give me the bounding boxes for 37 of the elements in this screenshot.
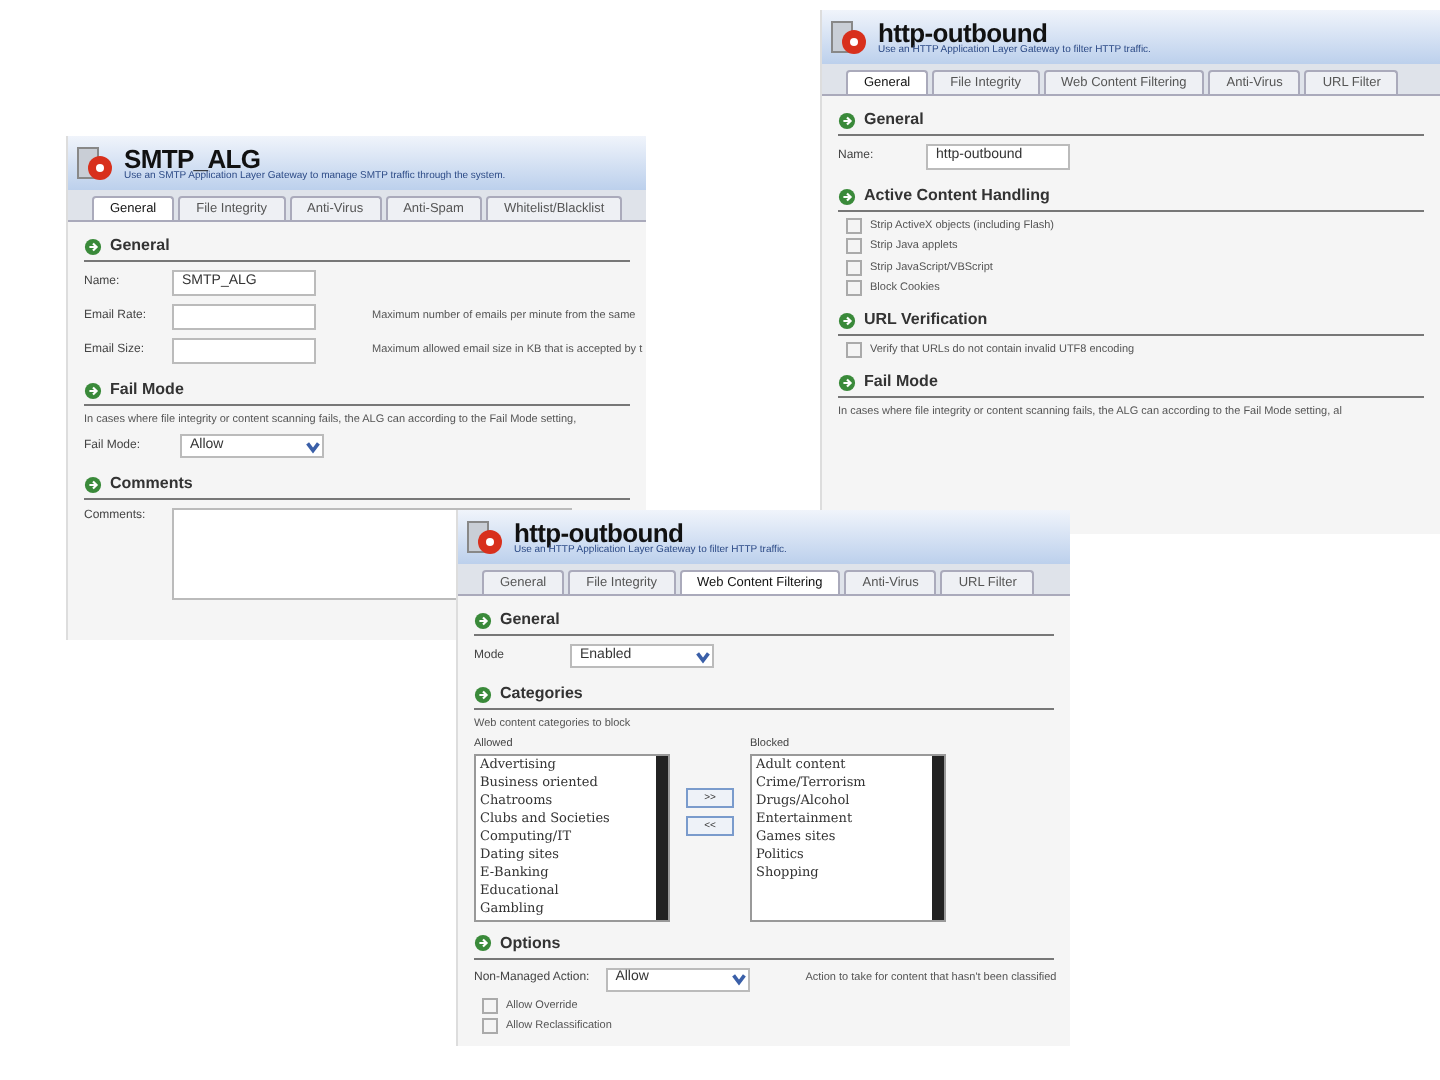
arrow-circle-icon <box>84 237 102 255</box>
chevron-down-icon <box>694 647 712 665</box>
checkbox[interactable] <box>846 238 862 255</box>
window-title: http-outbound <box>514 519 684 545</box>
input-field[interactable] <box>172 338 316 364</box>
checkbox[interactable] <box>482 997 498 1014</box>
arrow-circle-icon <box>84 475 102 494</box>
section-heading: Fail Mode <box>110 378 184 402</box>
section-heading: Active Content Handling <box>864 184 1050 208</box>
section-heading: URL Verification <box>864 308 988 332</box>
arrow-circle-icon <box>838 311 856 329</box>
arrow-circle-icon <box>474 611 492 629</box>
window-title: http-outbound <box>878 19 1048 45</box>
checkbox[interactable] <box>846 218 862 235</box>
input-field[interactable] <box>172 304 316 330</box>
arrow-circle-icon <box>838 111 856 129</box>
window-title: SMTP_ALG <box>124 145 261 171</box>
checkbox[interactable] <box>846 342 862 359</box>
section-heading: General <box>500 608 560 632</box>
arrow-circle-icon <box>838 187 856 205</box>
section-heading: General <box>110 234 170 258</box>
arrow-circle-icon <box>474 685 492 703</box>
checkbox[interactable] <box>846 259 862 276</box>
section-heading: Categories <box>500 682 583 706</box>
checkbox[interactable] <box>482 1017 498 1034</box>
section-heading: General <box>864 108 924 132</box>
section-heading: Fail Mode <box>864 370 938 395</box>
arrow-circle-icon <box>474 934 492 952</box>
scrollbar[interactable] <box>932 755 944 919</box>
arrow-circle-icon <box>84 381 102 399</box>
chevron-down-icon <box>729 970 748 988</box>
chevron-down-icon <box>304 437 322 456</box>
section-heading: Options <box>500 931 561 955</box>
arrow-circle-icon <box>838 373 856 392</box>
section-heading: Comments <box>110 472 193 497</box>
scrollbar[interactable] <box>656 755 668 919</box>
checkbox[interactable] <box>846 279 862 296</box>
